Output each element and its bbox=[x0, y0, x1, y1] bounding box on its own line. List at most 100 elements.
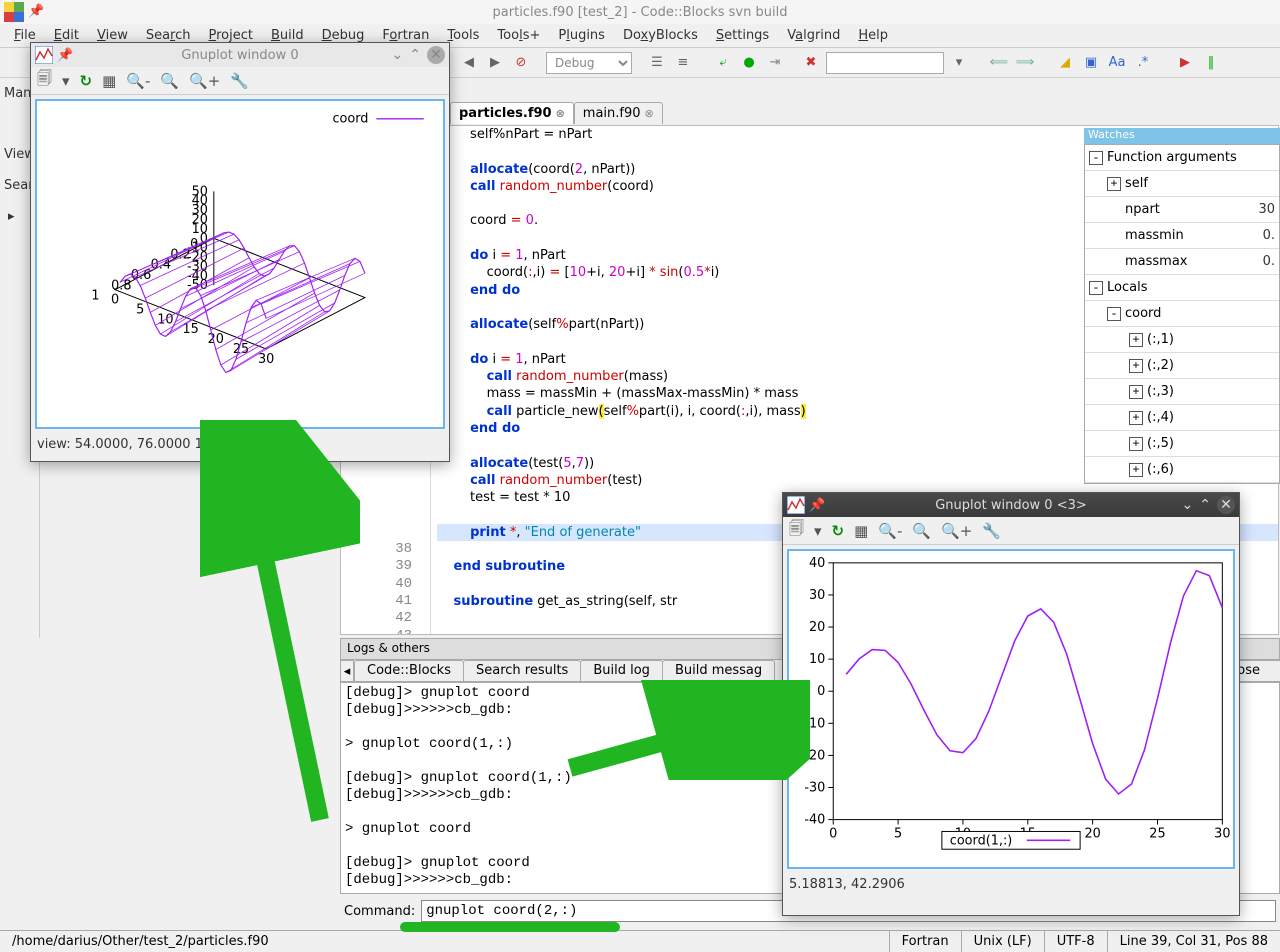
svg-text:coord(1,:): coord(1,:) bbox=[950, 833, 1013, 848]
gnuplot0-titlebar[interactable]: 📌 Gnuplot window 0 ⌄ ⌃ ✕ bbox=[31, 43, 449, 67]
menu-help[interactable]: Help bbox=[850, 26, 896, 45]
refresh-icon[interactable]: ↻ bbox=[832, 522, 845, 540]
logs-scroll-left[interactable]: ◂ bbox=[340, 660, 354, 682]
watches-panel[interactable]: -Function arguments+selfnpart30massmin0.… bbox=[1084, 144, 1280, 484]
watch-row[interactable]: npart30 bbox=[1085, 197, 1279, 223]
status-path: /home/darius/Other/test_2/particles.f90 bbox=[0, 931, 890, 952]
watch-row[interactable]: massmin0. bbox=[1085, 223, 1279, 249]
status-enc[interactable]: UTF-8 bbox=[1045, 931, 1108, 952]
tab-main[interactable]: main.f90⊗ bbox=[574, 102, 663, 124]
menu-valgrind[interactable]: Valgrind bbox=[779, 26, 848, 45]
zoom-in-icon[interactable]: 🔍+ bbox=[189, 72, 220, 90]
menu-toolsplus[interactable]: Tools+ bbox=[489, 26, 548, 45]
grid-icon[interactable]: ▦ bbox=[102, 72, 116, 90]
close-icon[interactable]: ⊗ bbox=[645, 107, 654, 120]
nav-fwd-icon[interactable]: ▶ bbox=[484, 52, 506, 74]
svg-text:-10: -10 bbox=[804, 716, 825, 731]
pin-icon[interactable]: 📌 bbox=[28, 4, 44, 19]
stop-icon[interactable]: ✖ bbox=[800, 52, 822, 74]
gnuplot-window-0[interactable]: 📌 Gnuplot window 0 ⌄ ⌃ ✕ 🗐 ▾ ↻ ▦ 🔍- 🔍 🔍+… bbox=[30, 42, 450, 462]
command-label: Command: bbox=[344, 904, 415, 919]
pin-icon[interactable]: 📌 bbox=[809, 498, 825, 513]
list2-icon[interactable]: ≡ bbox=[672, 52, 694, 74]
watch-row[interactable]: +(:,2) bbox=[1085, 353, 1279, 379]
svg-text:0.4: 0.4 bbox=[151, 258, 171, 273]
gnuplot-icon bbox=[35, 46, 53, 64]
log-tab-search[interactable]: Search results bbox=[463, 660, 581, 682]
menu-plugins[interactable]: Plugins bbox=[550, 26, 613, 45]
close-icon[interactable]: ✕ bbox=[427, 46, 445, 64]
highlight-icon[interactable]: ◢ bbox=[1054, 52, 1076, 74]
build-target-select[interactable]: Debug bbox=[546, 52, 632, 74]
nav-clear-icon[interactable]: ⊘ bbox=[510, 52, 532, 74]
maximize-icon[interactable]: ⌃ bbox=[1199, 497, 1211, 513]
close-icon[interactable]: ✕ bbox=[1217, 496, 1235, 514]
watches-header: Watches bbox=[1084, 128, 1280, 144]
tab-particles[interactable]: particles.f90⊗ bbox=[450, 102, 574, 124]
run-fwd-icon[interactable]: ⇥ bbox=[764, 52, 786, 74]
regex-icon[interactable]: .* bbox=[1132, 52, 1154, 74]
run-back-icon[interactable]: ⤶ bbox=[712, 52, 734, 74]
menu-settings[interactable]: Settings bbox=[708, 26, 777, 45]
list-icon[interactable]: ☰ bbox=[646, 52, 668, 74]
gnuplot0-title: Gnuplot window 0 bbox=[181, 48, 298, 63]
refresh-icon[interactable]: ↻ bbox=[80, 72, 93, 90]
zoom-out-icon[interactable]: 🔍- bbox=[878, 522, 902, 540]
dropdown-icon[interactable]: ▾ bbox=[814, 522, 822, 540]
watch-row[interactable]: +(:,4) bbox=[1085, 405, 1279, 431]
gnuplot3-plot[interactable]: 051015202530-40-30-20-10010203040coord(1… bbox=[787, 549, 1235, 869]
minimize-icon[interactable]: ⌄ bbox=[1182, 497, 1194, 513]
watch-row[interactable]: +(:,6) bbox=[1085, 457, 1279, 483]
watch-row[interactable]: +(:,5) bbox=[1085, 431, 1279, 457]
svg-text:10: 10 bbox=[809, 652, 825, 667]
watch-row[interactable]: +self bbox=[1085, 171, 1279, 197]
run-icon[interactable]: ▶ bbox=[1174, 52, 1196, 74]
status-eol[interactable]: Unix (LF) bbox=[962, 931, 1045, 952]
watch-row[interactable]: -Locals bbox=[1085, 275, 1279, 301]
svg-text:-30: -30 bbox=[804, 780, 825, 795]
menu-doxyblocks[interactable]: DoxyBlocks bbox=[615, 26, 706, 45]
svg-text:20: 20 bbox=[208, 332, 224, 347]
watch-row[interactable]: -coord bbox=[1085, 301, 1279, 327]
gnuplot-window-3[interactable]: 📌 Gnuplot window 0 <3> ⌄ ⌃ ✕ 🗐 ▾ ↻ ▦ 🔍- … bbox=[782, 492, 1240, 916]
codeblocks-icon bbox=[4, 2, 24, 22]
svg-text:30: 30 bbox=[1214, 826, 1230, 841]
zoom-prev-icon[interactable]: 🔍 bbox=[912, 522, 931, 540]
gnuplot3-titlebar[interactable]: 📌 Gnuplot window 0 <3> ⌄ ⌃ ✕ bbox=[783, 493, 1239, 517]
grid-icon[interactable]: ▦ bbox=[854, 522, 868, 540]
zoom-out-icon[interactable]: 🔍- bbox=[126, 72, 150, 90]
annotation-underline bbox=[400, 922, 620, 932]
settings-icon[interactable]: 🔧 bbox=[230, 72, 249, 90]
gnuplot0-plot[interactable]: -50-40-30-20-100102030405005101520253000… bbox=[35, 99, 445, 429]
settings-icon[interactable]: 🔧 bbox=[982, 522, 1001, 540]
gnuplot3-status: 5.18813, 42.2906 bbox=[783, 873, 1239, 896]
case-icon[interactable]: Aa bbox=[1106, 52, 1128, 74]
svg-text:1: 1 bbox=[91, 289, 99, 304]
copy-icon[interactable]: 🗐 bbox=[37, 68, 52, 93]
watch-row[interactable]: massmax0. bbox=[1085, 249, 1279, 275]
pin-icon[interactable]: 📌 bbox=[57, 48, 73, 63]
dropdown-icon[interactable]: ▾ bbox=[948, 52, 970, 74]
close-icon[interactable]: ⊗ bbox=[556, 107, 565, 120]
maximize-icon[interactable]: ⌃ bbox=[409, 47, 421, 63]
log-tab-buildmsg[interactable]: Build messag bbox=[662, 660, 775, 682]
status-lang[interactable]: Fortran bbox=[890, 931, 962, 952]
search-field[interactable] bbox=[826, 52, 944, 74]
pause-icon[interactable]: ‖ bbox=[1200, 52, 1222, 74]
undo-jump-icon[interactable]: ⟸ bbox=[988, 52, 1010, 74]
select-icon[interactable]: ▣ bbox=[1080, 52, 1102, 74]
copy-icon[interactable]: 🗐 bbox=[789, 518, 804, 543]
svg-text:20: 20 bbox=[1084, 826, 1100, 841]
watch-row[interactable]: -Function arguments bbox=[1085, 145, 1279, 171]
dropdown-icon[interactable]: ▾ bbox=[62, 72, 70, 90]
zoom-in-icon[interactable]: 🔍+ bbox=[941, 522, 972, 540]
zoom-prev-icon[interactable]: 🔍 bbox=[160, 72, 179, 90]
log-tab-buildlog[interactable]: Build log bbox=[580, 660, 663, 682]
run-dot-icon[interactable]: ● bbox=[738, 52, 760, 74]
redo-jump-icon[interactable]: ⟹ bbox=[1014, 52, 1036, 74]
minimize-icon[interactable]: ⌄ bbox=[392, 47, 404, 63]
watch-row[interactable]: +(:,3) bbox=[1085, 379, 1279, 405]
log-tab-cb[interactable]: Code::Blocks bbox=[354, 660, 464, 682]
nav-back-icon[interactable]: ◀ bbox=[458, 52, 480, 74]
watch-row[interactable]: +(:,1) bbox=[1085, 327, 1279, 353]
